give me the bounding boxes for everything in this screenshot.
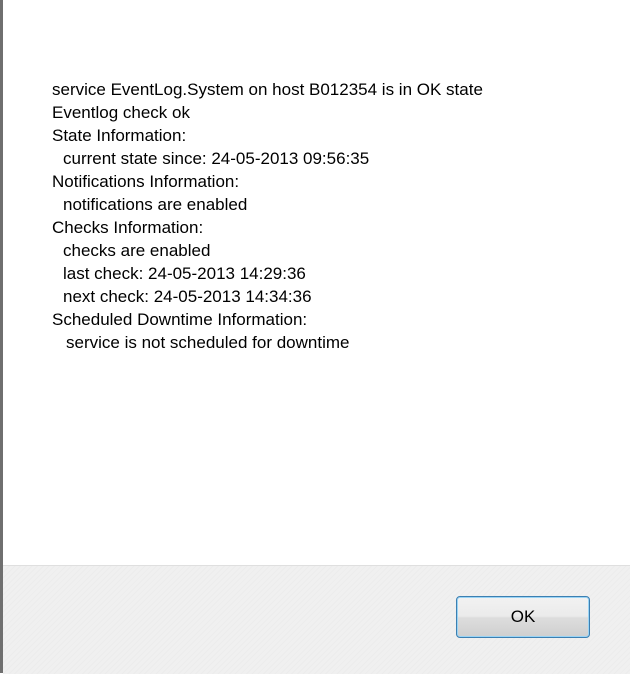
downtime-status: service is not scheduled for downtime xyxy=(66,333,350,352)
checks-status: checks are enabled xyxy=(63,241,211,260)
ok-button[interactable]: OK xyxy=(456,596,590,638)
status-line: service EventLog.System on host B012354 … xyxy=(52,80,483,99)
checks-information-heading: Checks Information: xyxy=(52,218,204,237)
current-state-since: current state since: 24-05-2013 09:56:35 xyxy=(63,149,370,168)
dialog-footer: OK xyxy=(3,565,630,674)
check-output-line: Eventlog check ok xyxy=(52,103,190,122)
next-check: next check: 24-05-2013 14:34:36 xyxy=(63,287,312,306)
message-text: service EventLog.System on host B012354 … xyxy=(52,78,612,354)
state-information-heading: State Information: xyxy=(52,126,187,145)
scheduled-downtime-heading: Scheduled Downtime Information: xyxy=(52,310,308,329)
last-check: last check: 24-05-2013 14:29:36 xyxy=(63,264,306,283)
notifications-information-heading: Notifications Information: xyxy=(52,172,240,191)
message-dialog: service EventLog.System on host B012354 … xyxy=(0,0,630,674)
notifications-status: notifications are enabled xyxy=(63,195,248,214)
